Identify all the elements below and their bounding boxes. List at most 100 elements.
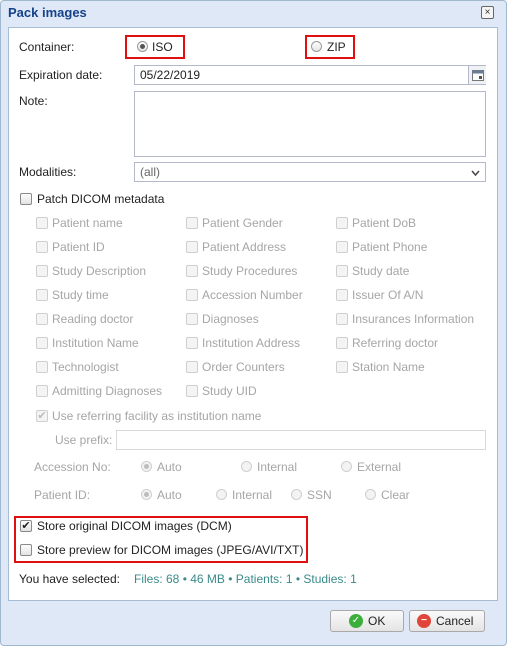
patient-id-internal-radio[interactable] bbox=[216, 489, 227, 500]
note-label: Note: bbox=[19, 94, 48, 108]
patch-field-label: Study UID bbox=[202, 384, 257, 398]
patch-field-checkbox[interactable] bbox=[36, 313, 48, 325]
patient-id-internal-label[interactable]: Internal bbox=[232, 488, 272, 502]
ok-button[interactable]: ✓ OK bbox=[330, 610, 404, 632]
check-circle-icon: ✓ bbox=[349, 614, 363, 628]
calendar-icon bbox=[472, 70, 484, 81]
patient-id-auto-radio[interactable] bbox=[141, 489, 152, 500]
patch-field-label: Patient name bbox=[52, 216, 123, 230]
patch-field-checkbox[interactable] bbox=[36, 361, 48, 373]
modalities-select[interactable]: (all) bbox=[134, 162, 486, 182]
note-textarea[interactable] bbox=[134, 91, 486, 157]
use-referring-checkbox[interactable]: ✔ bbox=[36, 410, 48, 422]
patch-field-label: Institution Address bbox=[202, 336, 301, 350]
patch-field-checkbox[interactable] bbox=[186, 313, 198, 325]
accession-auto-label[interactable]: Auto bbox=[157, 460, 182, 474]
selection-summary: Files: 68 • 46 MB • Patients: 1 • Studie… bbox=[134, 572, 357, 586]
patient-id-clear-label[interactable]: Clear bbox=[381, 488, 410, 502]
patch-field-checkbox[interactable] bbox=[336, 241, 348, 253]
patch-field-label: Patient ID bbox=[52, 240, 105, 254]
store-original-checkbox[interactable]: ✔ bbox=[20, 520, 32, 532]
patch-field-checkbox[interactable] bbox=[36, 241, 48, 253]
patch-dicom-label[interactable]: Patch DICOM metadata bbox=[37, 192, 164, 206]
patch-field-checkbox[interactable] bbox=[336, 313, 348, 325]
patch-field-checkbox[interactable] bbox=[186, 289, 198, 301]
ok-label: OK bbox=[368, 614, 386, 628]
patch-field-checkbox[interactable] bbox=[186, 337, 198, 349]
selection-size: 46 MB bbox=[190, 572, 225, 586]
selection-label: You have selected: bbox=[19, 572, 120, 586]
patch-field-checkbox[interactable] bbox=[36, 265, 48, 277]
expiration-value: 05/22/2019 bbox=[140, 68, 201, 82]
use-referring-label: Use referring facility as institution na… bbox=[52, 409, 262, 423]
patch-field-checkbox[interactable] bbox=[36, 337, 48, 349]
patch-field-checkbox[interactable] bbox=[186, 385, 198, 397]
patch-field-checkbox[interactable] bbox=[186, 241, 198, 253]
patch-field-label: Study Procedures bbox=[202, 264, 298, 278]
accession-external-radio[interactable] bbox=[341, 461, 352, 472]
patch-field-checkbox[interactable] bbox=[186, 265, 198, 277]
chevron-down-icon bbox=[471, 170, 480, 176]
close-button[interactable]: × bbox=[481, 6, 494, 19]
selection-studies: Studies: 1 bbox=[303, 572, 357, 586]
modalities-label: Modalities: bbox=[19, 165, 77, 179]
patch-field-checkbox[interactable] bbox=[186, 217, 198, 229]
patch-field-checkbox[interactable] bbox=[336, 289, 348, 301]
use-prefix-input[interactable] bbox=[116, 430, 486, 450]
patch-field-label: Institution Name bbox=[52, 336, 139, 350]
accession-auto-radio[interactable] bbox=[141, 461, 152, 472]
expiration-label: Expiration date: bbox=[19, 68, 103, 82]
container-zip-radio[interactable] bbox=[311, 41, 322, 52]
patch-field-checkbox[interactable] bbox=[186, 361, 198, 373]
patch-field-label: Study Description bbox=[52, 264, 147, 278]
container-iso-radio[interactable] bbox=[137, 41, 148, 52]
accession-internal-radio[interactable] bbox=[241, 461, 252, 472]
patient-id-auto-label[interactable]: Auto bbox=[157, 488, 182, 502]
patch-field-checkbox[interactable] bbox=[336, 337, 348, 349]
patch-dicom-checkbox[interactable] bbox=[20, 193, 32, 205]
patch-field-label: Technologist bbox=[52, 360, 119, 374]
patch-field-label: Referring doctor bbox=[352, 336, 439, 350]
patch-field-label: Study date bbox=[352, 264, 410, 278]
cancel-circle-icon: − bbox=[417, 614, 431, 628]
title-bar[interactable]: Pack images × bbox=[1, 1, 506, 25]
store-preview-label[interactable]: Store preview for DICOM images (JPEG/AVI… bbox=[37, 543, 304, 557]
patient-id-ssn-label[interactable]: SSN bbox=[307, 488, 332, 502]
store-original-label[interactable]: Store original DICOM images (DCM) bbox=[37, 519, 232, 533]
patient-id-clear-radio[interactable] bbox=[365, 489, 376, 500]
patch-field-label: Accession Number bbox=[202, 288, 303, 302]
patch-field-label: Order Counters bbox=[202, 360, 285, 374]
container-zip-label[interactable]: ZIP bbox=[327, 40, 346, 54]
selection-files: Files: 68 bbox=[134, 572, 180, 586]
dialog-title: Pack images bbox=[8, 5, 87, 20]
store-preview-checkbox[interactable] bbox=[20, 544, 32, 556]
patch-field-checkbox[interactable] bbox=[36, 217, 48, 229]
close-icon: × bbox=[484, 7, 491, 18]
patch-field-label: Patient Gender bbox=[202, 216, 283, 230]
patch-field-label: Station Name bbox=[352, 360, 425, 374]
patch-field-checkbox[interactable] bbox=[36, 289, 48, 301]
pack-images-dialog: Pack images × Container: ISO ZIP Expirat… bbox=[0, 0, 507, 646]
dialog-body: Container: ISO ZIP Expiration date: 05/2… bbox=[8, 27, 498, 601]
patch-field-label: Diagnoses bbox=[202, 312, 259, 326]
cancel-button[interactable]: − Cancel bbox=[409, 610, 485, 632]
expiration-date-field[interactable]: 05/22/2019 bbox=[134, 65, 486, 85]
patch-field-label: Patient Phone bbox=[352, 240, 428, 254]
patch-field-checkbox[interactable] bbox=[336, 217, 348, 229]
patch-field-label: Insurances Information bbox=[352, 312, 475, 326]
accession-external-label[interactable]: External bbox=[357, 460, 401, 474]
calendar-button[interactable] bbox=[468, 66, 486, 84]
patch-field-label: Patient DoB bbox=[352, 216, 417, 230]
use-prefix-label: Use prefix: bbox=[55, 433, 113, 447]
selection-patients: Patients: 1 bbox=[235, 572, 293, 586]
patient-id-mode-label: Patient ID: bbox=[34, 488, 91, 502]
patch-field-label: Reading doctor bbox=[52, 312, 134, 326]
accession-internal-label[interactable]: Internal bbox=[257, 460, 297, 474]
patch-field-checkbox[interactable] bbox=[36, 385, 48, 397]
modalities-value: (all) bbox=[140, 165, 160, 179]
container-label: Container: bbox=[19, 40, 75, 54]
container-iso-label[interactable]: ISO bbox=[152, 40, 173, 54]
patch-field-checkbox[interactable] bbox=[336, 265, 348, 277]
patch-field-checkbox[interactable] bbox=[336, 361, 348, 373]
patient-id-ssn-radio[interactable] bbox=[291, 489, 302, 500]
